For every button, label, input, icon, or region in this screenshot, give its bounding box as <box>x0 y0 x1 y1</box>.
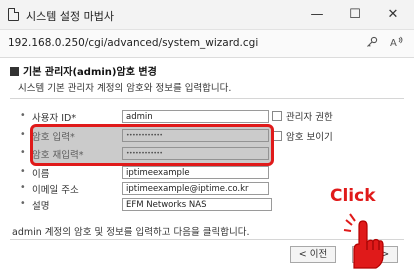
password-highlight-box <box>30 124 274 166</box>
section-description: 시스템 기본 관리자 계정의 암호와 정보를 입력합니다. <box>18 83 232 94</box>
prev-button[interactable]: < 이전 <box>290 246 336 263</box>
close-button[interactable]: ✕ <box>378 4 408 26</box>
user-id-label: 사용자 ID* <box>20 110 76 124</box>
divider <box>10 98 404 99</box>
maximize-button[interactable]: ☐ <box>340 4 370 26</box>
email-input[interactable] <box>122 182 269 195</box>
minimize-button[interactable]: — <box>302 4 332 26</box>
page-icon <box>8 8 19 21</box>
section-title: 기본 관리자(admin)암호 변경 <box>10 63 157 78</box>
footer-note: admin 계정의 암호 및 정보를 입력하고 다음을 클릭합니다. <box>12 227 250 238</box>
user-id-input[interactable] <box>122 110 269 123</box>
read-aloud-icon[interactable]: A <box>390 36 404 51</box>
description-input[interactable] <box>122 198 272 211</box>
name-input[interactable] <box>122 166 269 179</box>
description-label: 설명 <box>20 198 50 212</box>
click-callout: Click <box>330 186 376 206</box>
window-title: 시스템 설정 마법사 <box>26 10 114 23</box>
pointing-hand-icon <box>343 213 384 269</box>
email-label: 이메일 주소 <box>20 182 79 196</box>
address-bar[interactable]: 192.168.0.250/cgi/advanced/system_wizard… <box>0 30 414 58</box>
admin-rights-option: 관리자 권한 <box>272 109 333 123</box>
window-titlebar: 시스템 설정 마법사 — ☐ ✕ <box>0 0 414 30</box>
name-label: 이름 <box>20 166 50 180</box>
show-password-option: 암호 보이기 <box>272 129 333 143</box>
svg-text:A: A <box>390 38 397 48</box>
key-icon[interactable] <box>366 36 378 51</box>
admin-rights-checkbox[interactable] <box>272 111 282 121</box>
section-bullet-icon <box>10 67 19 76</box>
url-text[interactable]: 192.168.0.250/cgi/advanced/system_wizard… <box>8 37 258 49</box>
